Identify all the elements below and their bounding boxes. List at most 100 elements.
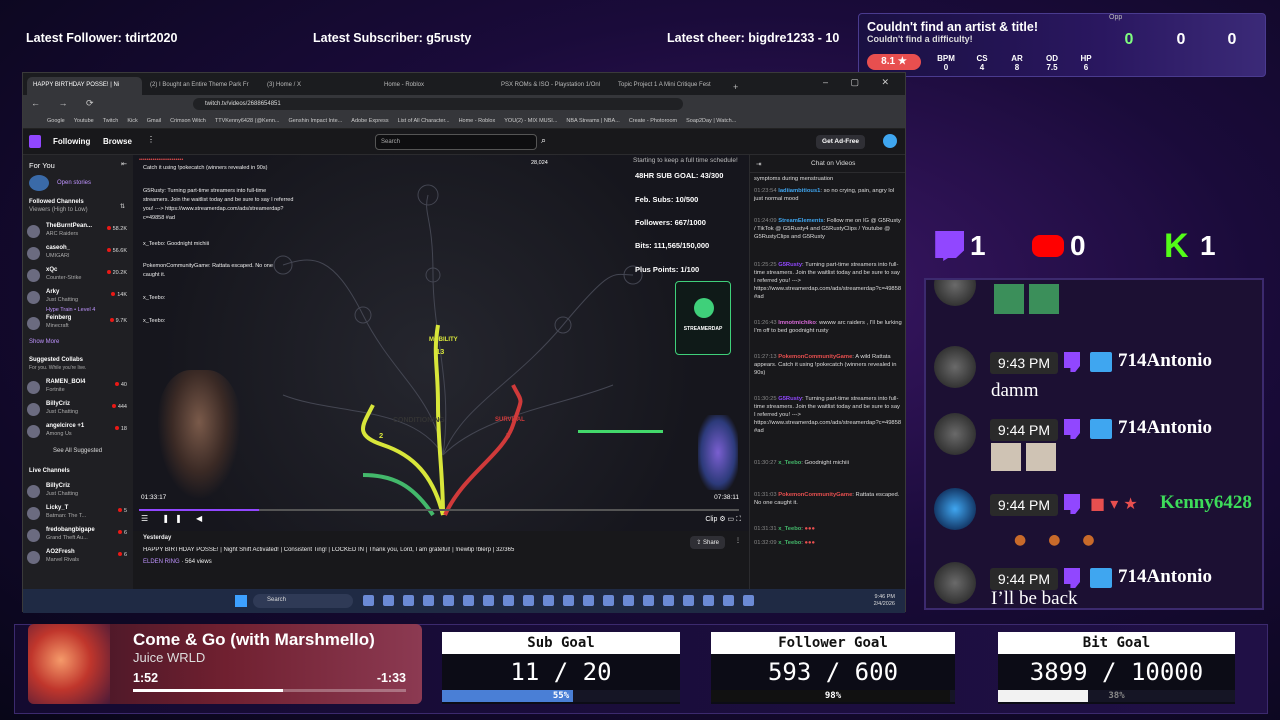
video-seekbar[interactable] <box>139 509 739 511</box>
app-icon[interactable] <box>623 595 634 606</box>
share-button[interactable]: ⇪ Share <box>690 536 725 549</box>
bookmark[interactable]: Soap2Day | Watch... <box>686 118 736 124</box>
url-field[interactable]: twitch.tv/videos/2688654851 <box>193 98 683 110</box>
followed-channel[interactable]: xQc Counter-Strike 20.2K <box>27 265 129 287</box>
bookmark[interactable]: Create - Photoroom <box>629 118 677 124</box>
bookmark[interactable]: Genshin Impact Inte... <box>288 118 342 124</box>
tab-psx[interactable]: PSX ROMs & ISO - Playstation 1/Onl <box>495 77 610 95</box>
stat-label: AR <box>1011 54 1023 63</box>
streamerdap-logo: STREAMERDAP <box>675 281 731 355</box>
bookmark[interactable]: YOU(2) - MIX MUSI... <box>504 118 557 124</box>
nav-following[interactable]: Following <box>53 137 90 146</box>
app-icon[interactable] <box>363 595 374 606</box>
app-icon[interactable] <box>543 595 554 606</box>
suggested-channel[interactable]: BillyCriz Just Chatting 444 <box>27 399 129 421</box>
chat-user[interactable]: lmnotmichiko <box>778 320 816 326</box>
search-input[interactable]: Search <box>375 134 537 150</box>
clip-button[interactable]: Clip <box>705 516 717 523</box>
app-icon[interactable] <box>483 595 494 606</box>
search-icon[interactable]: ⌕ <box>541 135 546 146</box>
tab-x[interactable]: (3) Home / X <box>261 77 376 95</box>
game-link[interactable]: ELDEN RING <box>143 559 180 565</box>
app-icon[interactable] <box>723 595 734 606</box>
bookmark[interactable]: TTVKenny6428 (@Kenn... <box>215 118 280 124</box>
app-icon[interactable] <box>503 595 514 606</box>
suggested-channel[interactable]: RAMEN_BOI4 Fortnite 40 <box>27 377 129 399</box>
bookmark[interactable]: Twitch <box>103 118 119 124</box>
app-icon[interactable] <box>443 595 454 606</box>
youtube-sub-count: 0 <box>1032 230 1086 262</box>
sort-icon[interactable]: ⇅ <box>120 203 125 210</box>
bookmark[interactable]: Gmail <box>147 118 161 124</box>
bookmark[interactable]: Home - Roblox <box>459 118 496 124</box>
followed-channel[interactable]: TheBurntPean... ARC Raiders 58.2K <box>27 221 129 243</box>
followed-channel[interactable]: caseoh_ UMIGARI 56.6K <box>27 243 129 265</box>
bookmark[interactable]: List of All Character... <box>398 118 450 124</box>
bookmark[interactable]: Crimson Witch <box>170 118 206 124</box>
system-clock[interactable]: 9:46 PM 2/4/2026 <box>874 594 895 608</box>
chat-time: 01:30:27 <box>754 460 777 466</box>
tab-topic[interactable]: Topic Project 1 A Mini Critique Fest <box>612 77 727 95</box>
suggested-channel[interactable]: angelcirce +1 Among Us 18 <box>27 421 129 443</box>
more-icon[interactable]: ⋮ <box>147 135 155 144</box>
bookmark[interactable]: Adobe Express <box>351 118 388 124</box>
avatar[interactable] <box>883 134 897 148</box>
player-controls-right[interactable]: Clip ⚙ ▭ ⛶ <box>705 515 741 524</box>
followed-channel[interactable]: Arky Just Chatting 14K <box>27 287 129 309</box>
nav-browse[interactable]: Browse <box>103 137 132 146</box>
app-icon[interactable] <box>583 595 594 606</box>
app-icon[interactable] <box>403 595 414 606</box>
nav-buttons[interactable]: ← → ⟳ <box>31 98 102 109</box>
app-icon[interactable] <box>523 595 534 606</box>
app-icon[interactable] <box>603 595 614 606</box>
bookmark[interactable]: Kick <box>127 118 137 124</box>
followed-channel[interactable]: Feinberg Minecraft 9.7K <box>27 313 129 335</box>
player-controls-left[interactable]: ☰ ❚❚ ◀ <box>141 514 208 523</box>
chat-user[interactable]: x_Teebo <box>778 526 801 532</box>
app-icon[interactable] <box>563 595 574 606</box>
windows-start-icon[interactable] <box>235 595 247 607</box>
channel-name: Licky_T <box>46 505 69 511</box>
chat-user[interactable]: StreamElements <box>778 218 823 224</box>
window-controls[interactable]: – ▢ ✕ <box>823 77 899 88</box>
bookmark[interactable]: Youtube <box>74 118 94 124</box>
chat-user[interactable]: G5Rusty <box>778 262 802 268</box>
app-icon[interactable] <box>463 595 474 606</box>
live-channel[interactable]: fredobangbigape Grand Theft Au... 6 <box>27 525 129 547</box>
collapse-icon[interactable]: ⇤ <box>121 160 127 168</box>
live-channel[interactable]: BillyCriz Just Chatting <box>27 481 129 503</box>
live-channel[interactable]: Licky_T Batman: The T... 5 <box>27 503 129 525</box>
tab-roblox[interactable]: Home - Roblox <box>378 77 493 95</box>
chat-user[interactable]: ladiiambitious1 <box>778 188 820 194</box>
chat-user[interactable]: PokemonCommunityGame <box>778 492 852 498</box>
twitch-logo-icon[interactable] <box>29 135 41 148</box>
video-category: ELDEN RING · 564 views <box>143 559 212 565</box>
app-icon[interactable] <box>423 595 434 606</box>
app-icon[interactable] <box>743 595 754 606</box>
live-channel[interactable]: AO2Fresh Marvel Rivals 6 <box>27 547 129 569</box>
tab-youtube[interactable]: (2) I Bought an Entire Theme Park Fr <box>144 77 259 95</box>
app-icon[interactable] <box>383 595 394 606</box>
app-icon[interactable] <box>683 595 694 606</box>
new-tab-icon[interactable]: + <box>729 79 742 95</box>
chat-user[interactable]: x_Teebo <box>778 460 801 466</box>
more-icon[interactable]: ⋮ <box>735 537 741 544</box>
chat-user[interactable]: G5Rusty <box>778 396 802 402</box>
see-all-suggested-link[interactable]: See All Suggested <box>53 448 102 454</box>
collapse-chat-icon[interactable]: ⇥ <box>750 160 761 168</box>
follower-goal-widget: Follower Goal 593 / 600 98% <box>711 632 955 704</box>
bookmark[interactable]: NBA Streams | NBA... <box>566 118 619 124</box>
app-icon[interactable] <box>643 595 654 606</box>
app-icon[interactable] <box>663 595 674 606</box>
open-stories-link[interactable]: Open stories <box>57 180 91 186</box>
app-icon[interactable] <box>703 595 714 606</box>
get-ad-free-button[interactable]: Get Ad-Free <box>816 135 865 149</box>
tab-twitch-vod[interactable]: HAPPY BIRTHDAY POSSE! | Ni <box>27 77 142 95</box>
stories-avatar[interactable] <box>29 175 49 191</box>
chat-user[interactable]: x_Teebo <box>778 540 801 546</box>
chat-user[interactable]: PokemonCommunityGame <box>778 354 852 360</box>
bookmark[interactable]: Google <box>47 118 65 124</box>
video-player[interactable]: CONDITIONING 2 MOBILITY 13 SURVIVAL 5 St… <box>133 155 749 531</box>
show-more-link[interactable]: Show More <box>29 339 59 345</box>
taskbar-search[interactable]: Search <box>253 594 353 608</box>
